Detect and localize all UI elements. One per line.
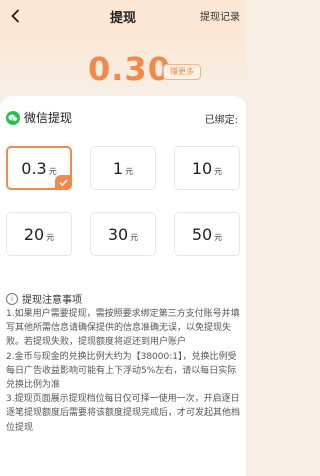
note-item: 3.提现页面展示提现档位每日仅可择一使用一次，开启逐日逐笔提现额度后需要将该额度… [6, 394, 241, 433]
note-item: 1.如果用户需要提现，需按照要求绑定第三方支付账号并填写其他所需信息请确保提供的… [6, 309, 240, 348]
amount-option-10[interactable]: 10 元 [174, 146, 240, 190]
option-value: 20 [23, 224, 45, 244]
earn-more-button[interactable]: 赚更多 [163, 64, 201, 80]
option-unit: 元 [214, 166, 223, 176]
amount-option-30[interactable]: 30 元 [90, 212, 156, 256]
notes-title-text: 提现注意事项 [22, 295, 82, 306]
amount-option-50[interactable]: 50 元 [174, 212, 240, 256]
option-value: 0.3 [21, 158, 47, 178]
wechat-icon [6, 110, 20, 125]
notes-list: 1.如果用户需要提现，需按照要求绑定第三方支付账号并填写其他所需信息请确保提供的… [6, 307, 242, 435]
option-unit: 元 [125, 166, 134, 176]
note-item: 2.金币与现金的兑换比例大约为【38000:1】，兑换比例受每日广告收益影响可能… [6, 351, 237, 391]
header: 提现 提现记录 [0, 0, 246, 32]
option-unit: 元 [48, 166, 57, 176]
amount-option-1[interactable]: 1 元 [90, 146, 156, 190]
amount-option-0-3[interactable]: 0.3 元 [6, 146, 72, 190]
option-unit: 元 [46, 232, 55, 242]
option-value: 1 [112, 158, 124, 178]
withdraw-history-link[interactable]: 提现记录 [200, 8, 240, 23]
amount-option-20[interactable]: 20 元 [6, 212, 72, 256]
balance-amount: 0.30 [88, 50, 171, 88]
option-unit: 元 [214, 232, 223, 242]
notes-title: i 提现注意事项 [6, 291, 82, 306]
option-value: 10 [191, 158, 213, 178]
bind-status: 已绑定: [204, 115, 238, 126]
amount-options: 0.3 元 1 元 10 元 20 元 30 元 50 元 [6, 146, 240, 258]
info-icon: i [6, 292, 18, 305]
option-value: 50 [191, 224, 213, 244]
wechat-withdraw-label: 微信提现 [24, 111, 73, 125]
option-value: 30 [107, 224, 129, 244]
option-unit: 元 [130, 232, 139, 242]
wechat-withdraw-method[interactable]: 微信提现 [6, 109, 72, 126]
checkmark-icon [55, 175, 71, 189]
